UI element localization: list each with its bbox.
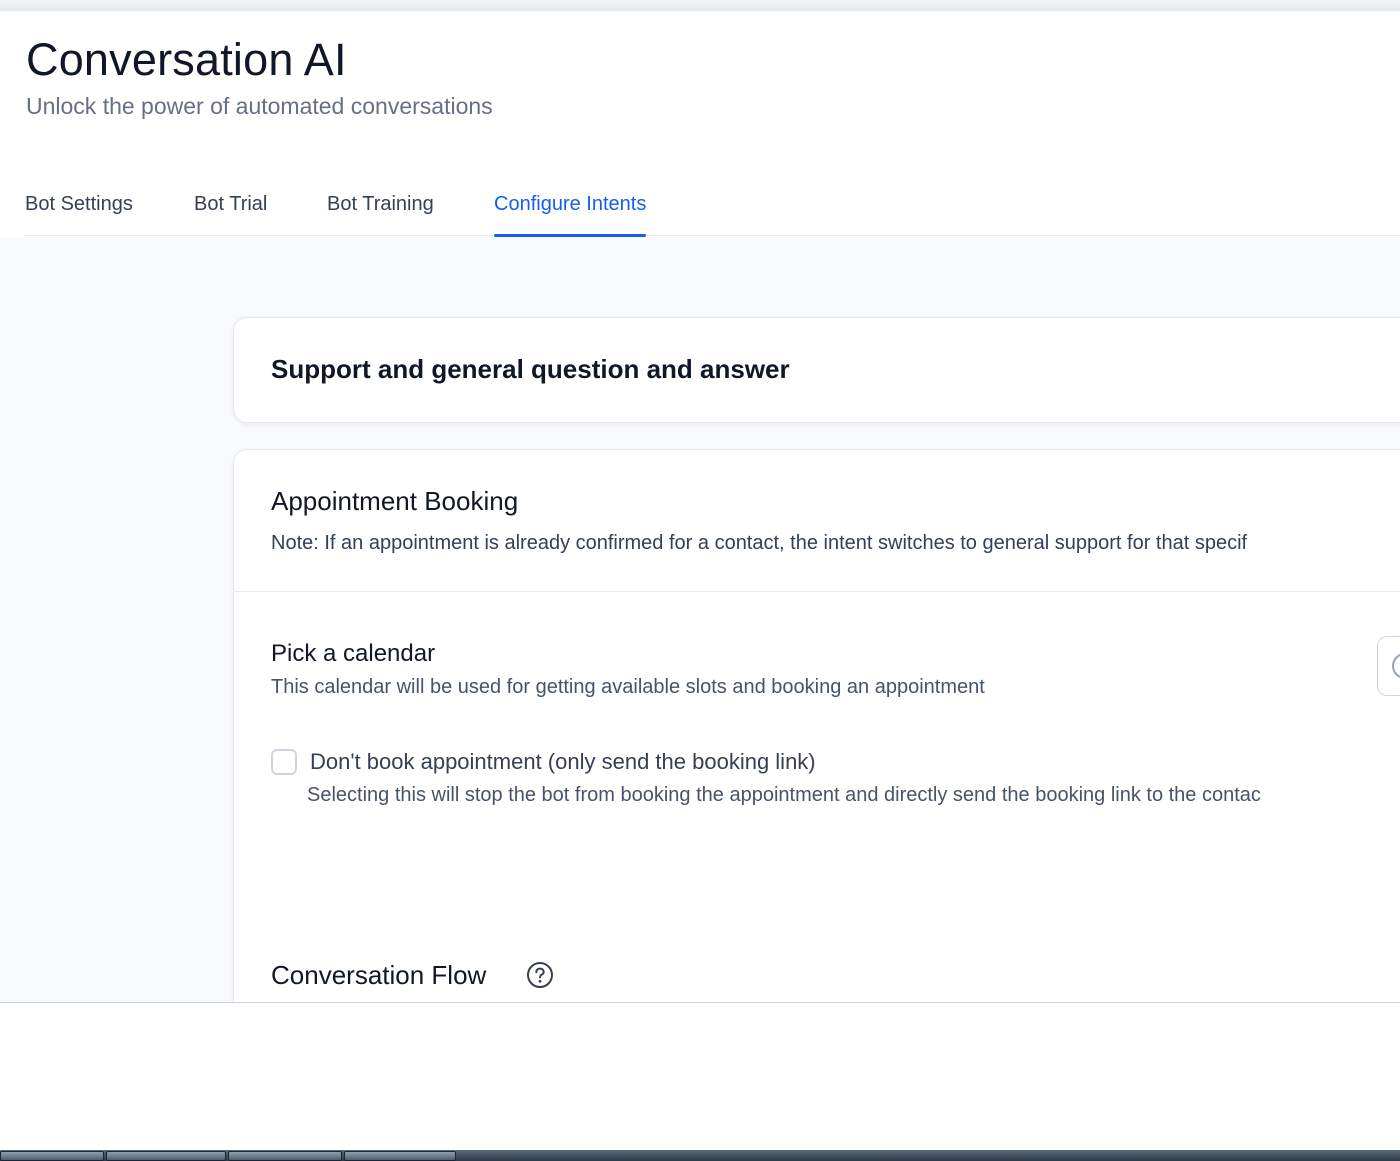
calendar-select[interactable] [1377, 636, 1400, 696]
dont-book-checkbox[interactable] [271, 749, 297, 775]
tab-bar: Bot Settings Bot Trial Bot Training Conf… [24, 180, 1400, 237]
tab-bot-settings[interactable]: Bot Settings [25, 192, 133, 236]
browser-top-edge [0, 0, 1400, 11]
taskbar-button[interactable] [106, 1151, 226, 1161]
page-subtitle: Unlock the power of automated conversati… [26, 93, 493, 119]
calendar-select-icon [1392, 653, 1400, 679]
pick-calendar-description: This calendar will be used for getting a… [271, 676, 985, 698]
appointment-booking-header: Appointment Booking Note: If an appointm… [234, 450, 1400, 592]
appointment-booking-title: Appointment Booking [271, 486, 519, 516]
taskbar-button[interactable] [0, 1151, 104, 1161]
tab-bot-trial[interactable]: Bot Trial [194, 192, 267, 236]
dont-book-description: Selecting this will stop the bot from bo… [307, 784, 1261, 806]
tab-configure-intents[interactable]: Configure Intents [494, 192, 647, 237]
appointment-booking-card: Appointment Booking Note: If an appointm… [233, 449, 1400, 1002]
os-taskbar [0, 1150, 1400, 1161]
page-title: Conversation AI [26, 34, 347, 85]
taskbar-button[interactable] [228, 1151, 342, 1161]
help-circle-icon[interactable] [526, 961, 554, 989]
page-header: Conversation AI Unlock the power of auto… [26, 34, 493, 121]
dont-book-label[interactable]: Don't book appointment (only send the bo… [310, 749, 816, 775]
taskbar-button[interactable] [344, 1151, 456, 1161]
support-intent-card[interactable]: Support and general question and answer [233, 317, 1400, 423]
tab-bot-training[interactable]: Bot Training [327, 192, 434, 236]
conversation-flow-title: Conversation Flow [271, 960, 487, 990]
support-intent-title: Support and general question and answer [271, 354, 790, 384]
pick-calendar-label: Pick a calendar [271, 640, 436, 667]
intents-content-area[interactable]: Support and general question and answer … [0, 237, 1400, 1003]
appointment-booking-note: Note: If an appointment is already confi… [271, 532, 1248, 554]
